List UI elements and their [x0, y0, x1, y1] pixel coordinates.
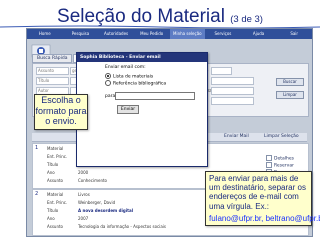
- slide-title-step: (3 de 3): [230, 14, 263, 25]
- record-title-link[interactable]: A nova desordem digital: [78, 208, 133, 213]
- nav-item[interactable]: Ajuda: [241, 29, 277, 39]
- nav-item[interactable]: Pesquisa: [63, 29, 99, 39]
- record-value: Conhecimento: [78, 178, 107, 183]
- record-value: Weinberger, David: [78, 200, 116, 205]
- clear-button[interactable]: Limpar: [276, 91, 304, 99]
- email-to-input[interactable]: [115, 92, 195, 100]
- record-key: Ent. Princ.: [47, 154, 68, 159]
- nav-item[interactable]: Meu Pedido: [134, 29, 170, 39]
- record-value: 2007: [78, 216, 89, 221]
- email-callout: Para enviar para mais de um destinatário…: [205, 171, 320, 226]
- field-select[interactable]: Assunto: [36, 67, 69, 75]
- record-action[interactable]: Detalhes: [266, 155, 306, 162]
- tab-quick-search[interactable]: Busca Rápida: [32, 54, 73, 63]
- send-button[interactable]: Enviar: [117, 105, 139, 114]
- email-example: fulano@ufpr.br, beltrano@ufpr.br: [209, 213, 320, 223]
- record-value: Tecnologia da informação - Aspectos soci…: [78, 224, 166, 229]
- field-select[interactable]: Título: [36, 77, 69, 85]
- record-key: Título: [47, 162, 59, 167]
- nav-item[interactable]: Serviços: [205, 29, 241, 39]
- filter-select[interactable]: [211, 97, 254, 105]
- record-key: Assunto: [47, 224, 63, 229]
- record-key: Assunto: [47, 178, 63, 183]
- slide-title-main: Seleção do Material: [57, 6, 225, 27]
- send-email-dialog: Sophia Biblioteca - Enviar email Enviar …: [76, 52, 208, 167]
- option-bibliographic-ref[interactable]: Referência bibliográfica: [105, 80, 203, 87]
- nav-item[interactable]: Sair: [276, 29, 312, 39]
- record-action[interactable]: Reservar: [266, 162, 306, 169]
- record-key: Material: [47, 146, 64, 151]
- nav-item[interactable]: Autoridades: [98, 29, 134, 39]
- record-key: Material: [47, 192, 64, 197]
- record-key: Ano: [47, 170, 55, 175]
- radio-icon: [105, 73, 111, 79]
- record-key: Título: [47, 208, 59, 213]
- option-materials-list[interactable]: Lista de materiais: [105, 73, 203, 80]
- top-nav: Home Pesquisa Autoridades Meu Pedido Minha s…: [27, 29, 312, 39]
- record-key: Ent. Princ.: [47, 200, 68, 205]
- filter-select[interactable]: [211, 87, 254, 95]
- email-callout-text: Para enviar para mais de um destinatário…: [209, 174, 306, 211]
- filter-input[interactable]: [211, 67, 232, 75]
- record-value: Livros: [78, 192, 90, 197]
- clear-selection-button[interactable]: Limpar Seleção: [264, 134, 299, 139]
- record-value: 2000: [78, 170, 89, 175]
- nav-item[interactable]: Home: [27, 29, 63, 39]
- nav-item[interactable]: Minha seleção: [169, 29, 206, 39]
- filter-select[interactable]: [211, 77, 254, 85]
- send-mail-button[interactable]: Enviar Mail: [224, 134, 249, 139]
- format-callout: Escolha o formato para o envio.: [34, 94, 88, 130]
- search-button[interactable]: Buscar: [276, 78, 304, 86]
- dialog-titlebar: Sophia Biblioteca - Enviar email: [77, 53, 207, 62]
- send-with-label: Enviar email com:: [105, 65, 146, 70]
- radio-icon: [105, 80, 111, 86]
- record-key: Ano: [47, 216, 55, 221]
